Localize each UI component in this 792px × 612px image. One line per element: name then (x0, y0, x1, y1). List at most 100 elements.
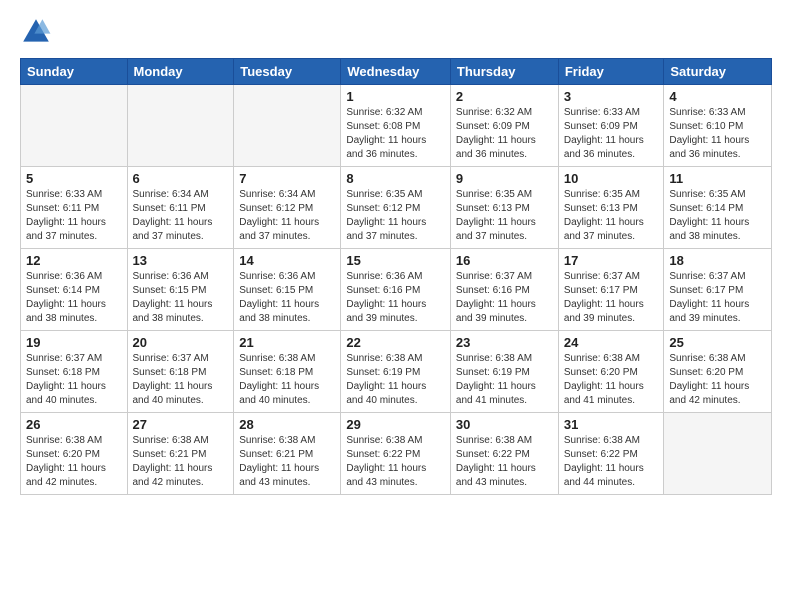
day-cell: 31Sunrise: 6:38 AMSunset: 6:22 PMDayligh… (558, 413, 664, 495)
day-cell (234, 85, 341, 167)
day-cell: 10Sunrise: 6:35 AMSunset: 6:13 PMDayligh… (558, 167, 664, 249)
day-info: Sunrise: 6:34 AMSunset: 6:11 PMDaylight:… (133, 188, 229, 244)
day-number: 14 (239, 253, 335, 268)
day-number: 27 (133, 417, 229, 432)
day-info: Sunrise: 6:38 AMSunset: 6:20 PMDaylight:… (26, 434, 122, 490)
day-info: Sunrise: 6:37 AMSunset: 6:18 PMDaylight:… (133, 352, 229, 408)
day-number: 13 (133, 253, 229, 268)
day-info: Sunrise: 6:38 AMSunset: 6:20 PMDaylight:… (669, 352, 766, 408)
day-cell: 24 Sunrise: 6:38 AMSunset: 6:20 PMDayligh… (558, 331, 664, 413)
calendar-table: SundayMondayTuesdayWednesdayThursdayFrid… (20, 58, 772, 495)
day-cell: 3 Sunrise: 6:33 AMSunset: 6:09 PMDaylight… (558, 85, 664, 167)
day-number: 7 (239, 171, 335, 186)
day-number: 28 (239, 417, 335, 432)
day-number: 17 (564, 253, 659, 268)
day-number: 20 (133, 335, 229, 350)
day-number: 22 (346, 335, 445, 350)
day-number: 3 (564, 89, 659, 104)
day-number: 24 (564, 335, 659, 350)
day-cell (21, 85, 128, 167)
day-info: Sunrise: 6:35 AMSunset: 6:13 PMDaylight:… (456, 188, 553, 244)
logo-icon (20, 16, 52, 48)
day-info: Sunrise: 6:34 AMSunset: 6:12 PMDaylight:… (239, 188, 335, 244)
day-info: Sunrise: 6:33 AMSunset: 6:10 PMDaylight:… (669, 106, 766, 162)
day-cell: 19Sunrise: 6:37 AMSunset: 6:18 PMDayligh… (21, 331, 128, 413)
day-info: Sunrise: 6:38 AMSunset: 6:19 PMDaylight:… (346, 352, 445, 408)
day-number: 18 (669, 253, 766, 268)
day-info: Sunrise: 6:36 AMSunset: 6:15 PMDaylight:… (133, 270, 229, 326)
day-cell: 25 Sunrise: 6:38 AMSunset: 6:20 PMDayligh… (664, 331, 772, 413)
day-info: Sunrise: 6:38 AMSunset: 6:20 PMDaylight:… (564, 352, 659, 408)
day-cell: 16 Sunrise: 6:37 AMSunset: 6:16 PMDayligh… (450, 249, 558, 331)
day-number: 8 (346, 171, 445, 186)
day-cell: 18 Sunrise: 6:37 AMSunset: 6:17 PMDayligh… (664, 249, 772, 331)
day-number: 26 (26, 417, 122, 432)
day-cell (127, 85, 234, 167)
day-cell: 6 Sunrise: 6:34 AMSunset: 6:11 PMDaylight… (127, 167, 234, 249)
day-number: 9 (456, 171, 553, 186)
day-cell: 21 Sunrise: 6:38 AMSunset: 6:18 PMDayligh… (234, 331, 341, 413)
day-number: 21 (239, 335, 335, 350)
day-cell (664, 413, 772, 495)
day-info: Sunrise: 6:35 AMSunset: 6:12 PMDaylight:… (346, 188, 445, 244)
day-number: 6 (133, 171, 229, 186)
col-header-tuesday: Tuesday (234, 59, 341, 85)
day-info: Sunrise: 6:32 AMSunset: 6:09 PMDaylight:… (456, 106, 553, 162)
day-cell: 14 Sunrise: 6:36 AMSunset: 6:15 PMDayligh… (234, 249, 341, 331)
day-cell: 8 Sunrise: 6:35 AMSunset: 6:12 PMDaylight… (341, 167, 451, 249)
page: SundayMondayTuesdayWednesdayThursdayFrid… (0, 0, 792, 612)
col-header-saturday: Saturday (664, 59, 772, 85)
day-info: Sunrise: 6:38 AMSunset: 6:22 PMDaylight:… (564, 434, 659, 490)
week-row-2: 5Sunrise: 6:33 AMSunset: 6:11 PMDaylight… (21, 167, 772, 249)
day-cell: 12Sunrise: 6:36 AMSunset: 6:14 PMDayligh… (21, 249, 128, 331)
day-number: 30 (456, 417, 553, 432)
day-cell: 7 Sunrise: 6:34 AMSunset: 6:12 PMDaylight… (234, 167, 341, 249)
day-cell: 17Sunrise: 6:37 AMSunset: 6:17 PMDayligh… (558, 249, 664, 331)
day-number: 23 (456, 335, 553, 350)
day-number: 15 (346, 253, 445, 268)
day-info: Sunrise: 6:37 AMSunset: 6:17 PMDaylight:… (669, 270, 766, 326)
day-number: 1 (346, 89, 445, 104)
logo (20, 16, 56, 48)
day-cell: 11 Sunrise: 6:35 AMSunset: 6:14 PMDayligh… (664, 167, 772, 249)
day-number: 11 (669, 171, 766, 186)
day-cell: 28 Sunrise: 6:38 AMSunset: 6:21 PMDayligh… (234, 413, 341, 495)
day-info: Sunrise: 6:32 AMSunset: 6:08 PMDaylight:… (346, 106, 445, 162)
day-cell: 5Sunrise: 6:33 AMSunset: 6:11 PMDaylight… (21, 167, 128, 249)
day-info: Sunrise: 6:37 AMSunset: 6:16 PMDaylight:… (456, 270, 553, 326)
day-cell: 22 Sunrise: 6:38 AMSunset: 6:19 PMDayligh… (341, 331, 451, 413)
day-info: Sunrise: 6:36 AMSunset: 6:16 PMDaylight:… (346, 270, 445, 326)
day-info: Sunrise: 6:35 AMSunset: 6:14 PMDaylight:… (669, 188, 766, 244)
col-header-wednesday: Wednesday (341, 59, 451, 85)
day-number: 5 (26, 171, 122, 186)
week-row-1: 1 Sunrise: 6:32 AMSunset: 6:08 PMDaylight… (21, 85, 772, 167)
day-info: Sunrise: 6:36 AMSunset: 6:14 PMDaylight:… (26, 270, 122, 326)
day-cell: 27Sunrise: 6:38 AMSunset: 6:21 PMDayligh… (127, 413, 234, 495)
day-number: 2 (456, 89, 553, 104)
day-cell: 23 Sunrise: 6:38 AMSunset: 6:19 PMDayligh… (450, 331, 558, 413)
day-cell: 29Sunrise: 6:38 AMSunset: 6:22 PMDayligh… (341, 413, 451, 495)
day-number: 4 (669, 89, 766, 104)
day-info: Sunrise: 6:38 AMSunset: 6:19 PMDaylight:… (456, 352, 553, 408)
day-number: 16 (456, 253, 553, 268)
day-cell: 2 Sunrise: 6:32 AMSunset: 6:09 PMDaylight… (450, 85, 558, 167)
week-row-3: 12Sunrise: 6:36 AMSunset: 6:14 PMDayligh… (21, 249, 772, 331)
day-info: Sunrise: 6:35 AMSunset: 6:13 PMDaylight:… (564, 188, 659, 244)
day-number: 19 (26, 335, 122, 350)
day-cell: 9 Sunrise: 6:35 AMSunset: 6:13 PMDaylight… (450, 167, 558, 249)
day-number: 25 (669, 335, 766, 350)
day-info: Sunrise: 6:38 AMSunset: 6:18 PMDaylight:… (239, 352, 335, 408)
col-header-monday: Monday (127, 59, 234, 85)
day-cell: 13 Sunrise: 6:36 AMSunset: 6:15 PMDayligh… (127, 249, 234, 331)
day-cell: 1 Sunrise: 6:32 AMSunset: 6:08 PMDaylight… (341, 85, 451, 167)
day-cell: 26 Sunrise: 6:38 AMSunset: 6:20 PMDayligh… (21, 413, 128, 495)
header (20, 16, 772, 48)
col-header-sunday: Sunday (21, 59, 128, 85)
day-cell: 30 Sunrise: 6:38 AMSunset: 6:22 PMDayligh… (450, 413, 558, 495)
day-info: Sunrise: 6:33 AMSunset: 6:09 PMDaylight:… (564, 106, 659, 162)
day-info: Sunrise: 6:38 AMSunset: 6:22 PMDaylight:… (456, 434, 553, 490)
day-info: Sunrise: 6:36 AMSunset: 6:15 PMDaylight:… (239, 270, 335, 326)
week-row-4: 19 Sunrise: 6:37 AMSunset: 6:18 PMDayligh… (21, 331, 772, 413)
day-cell: 20 Sunrise: 6:37 AMSunset: 6:18 PMDayligh… (127, 331, 234, 413)
day-info: Sunrise: 6:38 AMSunset: 6:21 PMDaylight:… (239, 434, 335, 490)
